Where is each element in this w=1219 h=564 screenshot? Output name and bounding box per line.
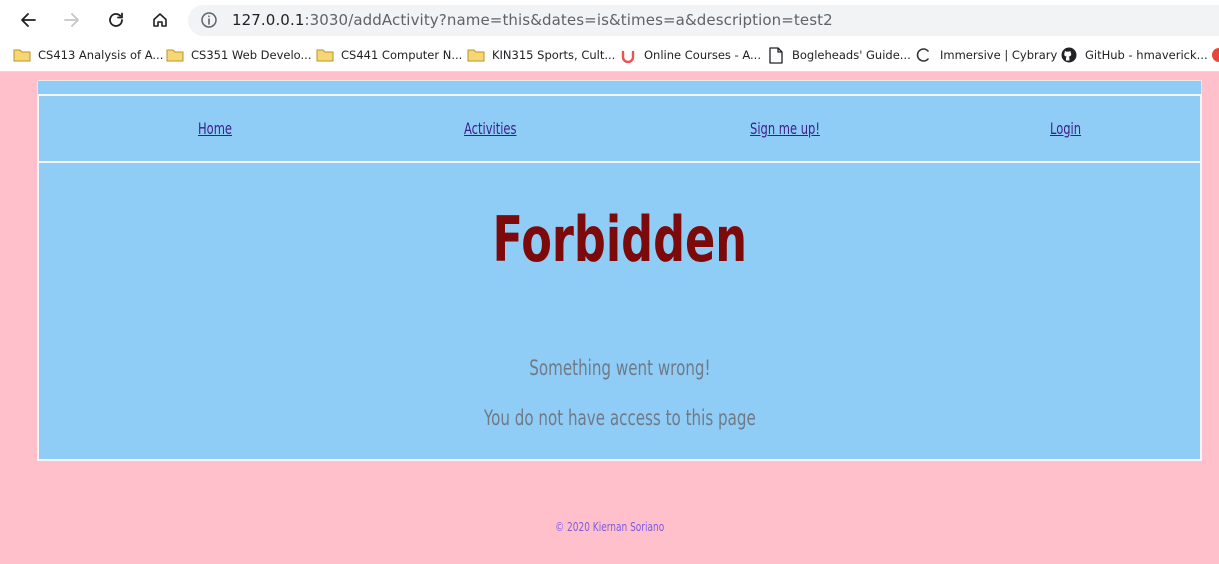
- page-title-text: Forbidden: [492, 203, 747, 276]
- home-button[interactable]: [145, 5, 175, 35]
- bookmark-label: CS441 Computer N...: [341, 48, 463, 62]
- nav-link-home[interactable]: Home: [198, 119, 232, 138]
- url-path: :3030/addActivity?name=this&dates=is&tim…: [304, 11, 833, 29]
- url-text[interactable]: 127.0.0.1:3030/addActivity?name=this&dat…: [232, 11, 833, 29]
- bookmarks-bar: CS413 Analysis of A... CS351 Web Develo.…: [0, 38, 1219, 72]
- bookmark-item[interactable]: CS413 Analysis of A...: [13, 44, 163, 66]
- bookmark-item[interactable]: GitHub - hmaverick...: [1060, 44, 1208, 66]
- info-icon[interactable]: [200, 11, 218, 29]
- udemy-icon: [619, 47, 637, 63]
- browser-toolbar: 127.0.0.1:3030/addActivity?name=this&dat…: [0, 0, 1219, 38]
- folder-icon: [13, 47, 31, 63]
- github-icon: [1060, 47, 1078, 63]
- page-footer: © 2020 Kiernan Soriano: [0, 520, 1219, 534]
- bookmark-item[interactable]: KIN315 Sports, Cult...: [467, 44, 615, 66]
- bookmark-label: Online Courses - A...: [644, 48, 761, 62]
- nav-link-activities[interactable]: Activities: [464, 119, 517, 138]
- bookmark-item[interactable]: Immersive | Cybrary: [915, 44, 1057, 66]
- folder-icon: [467, 47, 485, 63]
- nav-link-signup[interactable]: Sign me up!: [750, 119, 820, 138]
- bookmark-label: GitHub - hmaverick...: [1085, 48, 1208, 62]
- bookmark-item[interactable]: Online Courses - A...: [619, 44, 761, 66]
- page-icon: [767, 46, 785, 64]
- cybrary-icon: [915, 47, 933, 63]
- error-detail-text: You do not have access to this page: [483, 406, 756, 430]
- home-icon: [153, 13, 167, 27]
- bookmark-item[interactable]: Bogleheads' Guide...: [767, 44, 911, 66]
- address-bar[interactable]: 127.0.0.1:3030/addActivity?name=this&dat…: [188, 5, 1219, 36]
- bookmark-item[interactable]: CS441 Computer N...: [316, 44, 462, 66]
- reload-button[interactable]: [101, 5, 131, 35]
- error-panel: Forbidden Something went wrong! You do n…: [37, 163, 1202, 461]
- bookmark-overflow[interactable]: [1210, 44, 1219, 66]
- url-host: 127.0.0.1: [232, 11, 305, 29]
- brand-icon: [1210, 47, 1219, 63]
- back-button[interactable]: [13, 5, 43, 35]
- bookmark-label: KIN315 Sports, Cult...: [492, 48, 616, 62]
- folder-icon: [166, 47, 184, 63]
- page-title: Forbidden: [39, 203, 1200, 276]
- error-message-text: Something went wrong!: [528, 356, 711, 380]
- forward-button[interactable]: [57, 5, 87, 35]
- bookmark-label: CS351 Web Develo...: [191, 48, 312, 62]
- folder-icon: [316, 47, 334, 63]
- arrow-right-icon: [64, 13, 79, 27]
- error-detail: You do not have access to this page: [39, 406, 1200, 430]
- copyright-text: © 2020 Kiernan Soriano: [554, 520, 665, 534]
- error-message: Something went wrong!: [39, 356, 1200, 380]
- site-navigation: Home Activities Sign me up! Login: [37, 94, 1202, 163]
- bookmark-label: CS413 Analysis of A...: [38, 48, 164, 62]
- nav-link-login[interactable]: Login: [1050, 119, 1081, 138]
- bookmark-label: Immersive | Cybrary: [940, 48, 1058, 62]
- browser-chrome: 127.0.0.1:3030/addActivity?name=this&dat…: [0, 0, 1219, 72]
- arrow-left-icon: [21, 13, 36, 27]
- bookmark-label: Bogleheads' Guide...: [792, 48, 911, 62]
- reload-icon: [109, 12, 123, 27]
- bookmark-item[interactable]: CS351 Web Develo...: [166, 44, 311, 66]
- page-header-strip: [37, 80, 1202, 95]
